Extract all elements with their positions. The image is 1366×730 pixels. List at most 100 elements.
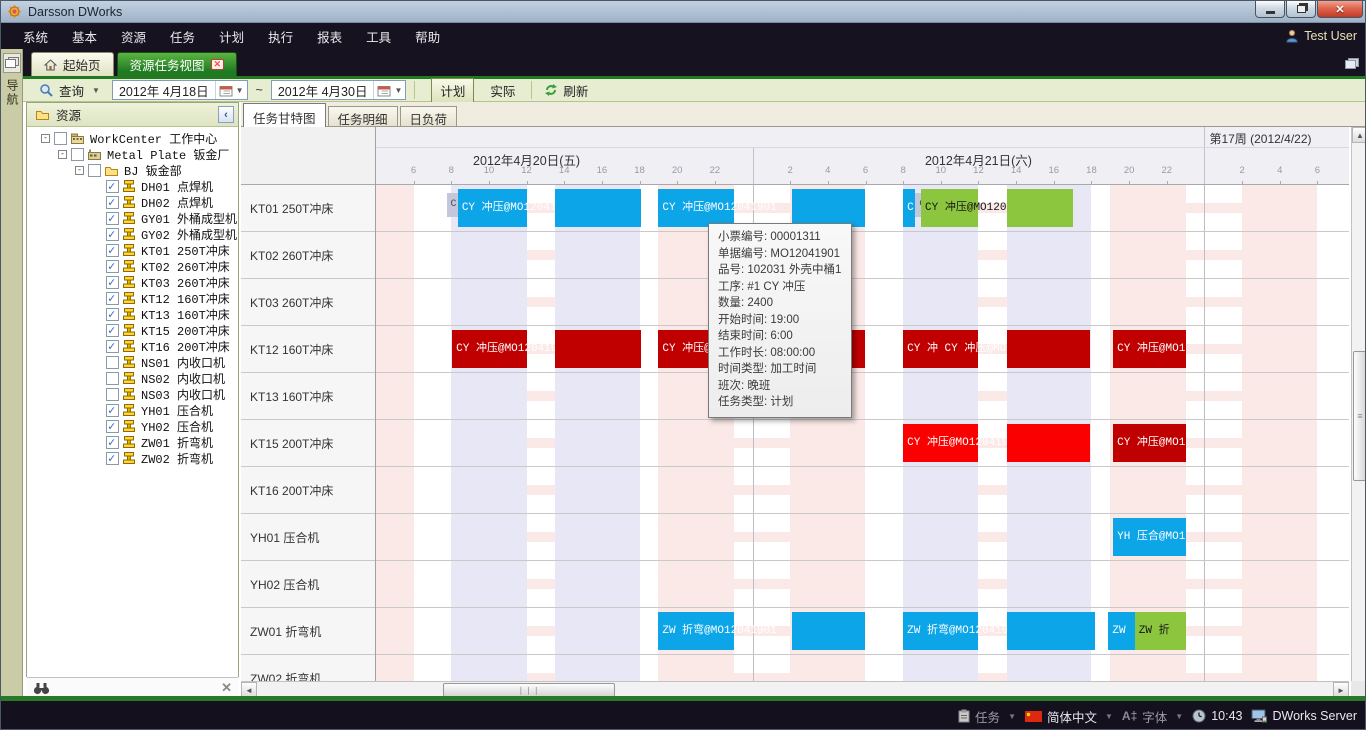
calendar-icon[interactable]: ▼ [373, 81, 405, 99]
tree-checkbox[interactable] [106, 244, 119, 257]
gantt-bar[interactable]: CY 冲压@MO12041901 [658, 189, 733, 227]
clear-filter-icon[interactable]: ✕ [221, 680, 232, 696]
status-tasks-dropdown[interactable]: 任务 ▼ [958, 707, 1016, 726]
scroll-up-icon[interactable]: ▲ [1352, 127, 1366, 143]
menu-item-3[interactable]: 任务 [168, 25, 197, 48]
gantt-bar[interactable]: CY 冲压@MO1 [1113, 330, 1185, 368]
gantt-bar[interactable] [1007, 424, 1090, 462]
tree-checkbox[interactable] [54, 132, 67, 145]
tree-checkbox[interactable] [106, 340, 119, 353]
tree-checkbox[interactable] [106, 452, 119, 465]
tree-checkbox[interactable] [106, 196, 119, 209]
refresh-button[interactable]: 刷新 [540, 79, 592, 102]
calendar-icon[interactable]: ▼ [215, 81, 247, 99]
tree-checkbox[interactable] [106, 212, 119, 225]
tree-checkbox[interactable] [106, 372, 119, 385]
gantt-bar[interactable]: ZW 折弯@MO12041901 [658, 612, 733, 650]
tab-home[interactable]: 起始页 [31, 52, 114, 76]
gantt-bar[interactable] [555, 189, 642, 227]
tree-item-kt16[interactable]: KT16 200T冲床 [27, 338, 238, 354]
tree-checkbox[interactable] [106, 404, 119, 417]
tree-checkbox[interactable] [106, 420, 119, 433]
gantt-bar[interactable]: CY 冲 CY 冲压@MO12041904 [903, 330, 978, 368]
date-to-field[interactable]: 2012年 4月30日 ▼ [271, 80, 407, 100]
status-language-dropdown[interactable]: 简体中文 ▼ [1025, 707, 1113, 726]
tree-item-kt02[interactable]: KT02 260T冲床 [27, 258, 238, 274]
tree-item-workcenter[interactable]: -WorkCenter 工作中心 [27, 130, 238, 146]
tree-item-yh02[interactable]: YH02 压合机 [27, 418, 238, 434]
menu-item-0[interactable]: 系统 [21, 25, 50, 48]
tree-expander-icon[interactable]: - [75, 166, 84, 175]
menu-item-6[interactable]: 报表 [315, 25, 344, 48]
tree-checkbox[interactable] [106, 356, 119, 369]
user-menu[interactable]: Test User [1285, 23, 1357, 49]
tree-checkbox[interactable] [106, 228, 119, 241]
tree-item-gy02[interactable]: GY02 外桶成型机 [27, 226, 238, 242]
tab-resource-task-view[interactable]: 资源任务视图 ✕ [117, 52, 238, 76]
menu-item-5[interactable]: 执行 [266, 25, 295, 48]
tree-item-dh01[interactable]: DH01 点焊机 [27, 178, 238, 194]
gantt-bar[interactable]: ZW 折弯@MO12041901 [903, 612, 978, 650]
gantt-bar[interactable] [1007, 330, 1090, 368]
menu-item-1[interactable]: 基本 [70, 25, 99, 48]
tree-item-kt12[interactable]: KT12 160T冲床 [27, 290, 238, 306]
tree-checkbox[interactable] [106, 436, 119, 449]
tree-item-kt01[interactable]: KT01 250T冲床 [27, 242, 238, 258]
menu-item-2[interactable]: 资源 [119, 25, 148, 48]
tree-item-kt15[interactable]: KT15 200T冲床 [27, 322, 238, 338]
tree-checkbox[interactable] [88, 164, 101, 177]
gantt-bar[interactable] [1007, 612, 1096, 650]
tree-item-gy01[interactable]: GY01 外桶成型机 [27, 210, 238, 226]
tree-checkbox[interactable] [106, 276, 119, 289]
gantt-bar[interactable] [792, 612, 865, 650]
tree-item-ns02[interactable]: NS02 内收口机 [27, 370, 238, 386]
gantt-bar[interactable]: CY 冲压@MO12041901 [458, 189, 528, 227]
tree-checkbox[interactable] [106, 180, 119, 193]
title-bar[interactable]: Darsson DWorks ✕ [1, 1, 1366, 23]
menu-item-7[interactable]: 工具 [364, 25, 393, 48]
tree-item-ns01[interactable]: NS01 内收口机 [27, 354, 238, 370]
tree-item-kt03[interactable]: KT03 260T冲床 [27, 274, 238, 290]
gantt-bar[interactable]: C [903, 189, 915, 227]
hscroll-thumb[interactable]: ❘❘❘ [443, 683, 615, 697]
tree-item-bj[interactable]: -BJ 钣金部 [27, 162, 238, 178]
close-button[interactable]: ✕ [1317, 1, 1363, 18]
minimize-button[interactable] [1255, 1, 1285, 18]
vscroll-thumb[interactable]: ≡ [1353, 351, 1366, 481]
menu-item-4[interactable]: 计划 [217, 25, 246, 48]
tree-checkbox[interactable] [106, 292, 119, 305]
tree-item-zw01[interactable]: ZW01 折弯机 [27, 434, 238, 450]
menu-item-8[interactable]: 帮助 [413, 25, 442, 48]
binoculars-icon[interactable] [33, 682, 50, 695]
tree-item-yh01[interactable]: YH01 压合机 [27, 402, 238, 418]
gantt-bar[interactable]: ZW [1108, 612, 1134, 650]
query-button[interactable]: 查询 ▼ [35, 79, 104, 102]
tree-item-dh02[interactable]: DH02 点焊机 [27, 194, 238, 210]
horizontal-scrollbar[interactable]: ◄ ❘❘❘ ► [241, 681, 1349, 697]
dock-panels-icon[interactable] [3, 53, 21, 73]
status-server[interactable]: DWorks Server [1251, 709, 1357, 723]
gantt-bar[interactable] [1007, 189, 1073, 227]
tree-item-kt13[interactable]: KT13 160T冲床 [27, 306, 238, 322]
actual-toggle-button[interactable]: 实际 [482, 79, 523, 102]
tree-item-ns03[interactable]: NS03 内收口机 [27, 386, 238, 402]
gantt-bar[interactable]: CY 冲压@MO1 [1113, 424, 1185, 462]
tree-checkbox[interactable] [106, 260, 119, 273]
gantt-bar[interactable]: CY 冲压@MO12041902 [921, 189, 978, 227]
gantt-bar[interactable] [792, 189, 865, 227]
tree-checkbox[interactable] [106, 308, 119, 321]
gantt-tab-0[interactable]: 任务甘特图 [243, 103, 326, 127]
tab-close-icon[interactable]: ✕ [211, 59, 225, 70]
gantt-bar[interactable]: CY 冲压@MO12041904 [452, 330, 527, 368]
collapsed-panel-tab[interactable]: 导航 [4, 79, 21, 107]
gantt-bar[interactable]: YH 压合@MO1 [1113, 518, 1185, 556]
tree-item-metal[interactable]: -Metal Plate 钣金厂 [27, 146, 238, 162]
gantt-bar[interactable]: ZW 折 [1135, 612, 1186, 650]
gantt-tab-1[interactable]: 任务明细 [328, 106, 398, 126]
gantt-bar[interactable] [555, 330, 642, 368]
date-from-field[interactable]: 2012年 4月18日 ▼ [112, 80, 248, 100]
status-font-dropdown[interactable]: A‡ 字体 ▼ [1122, 707, 1183, 726]
tree-checkbox[interactable] [106, 388, 119, 401]
gantt-bar[interactable]: C [447, 193, 458, 217]
gantt-tab-2[interactable]: 日负荷 [400, 106, 458, 126]
